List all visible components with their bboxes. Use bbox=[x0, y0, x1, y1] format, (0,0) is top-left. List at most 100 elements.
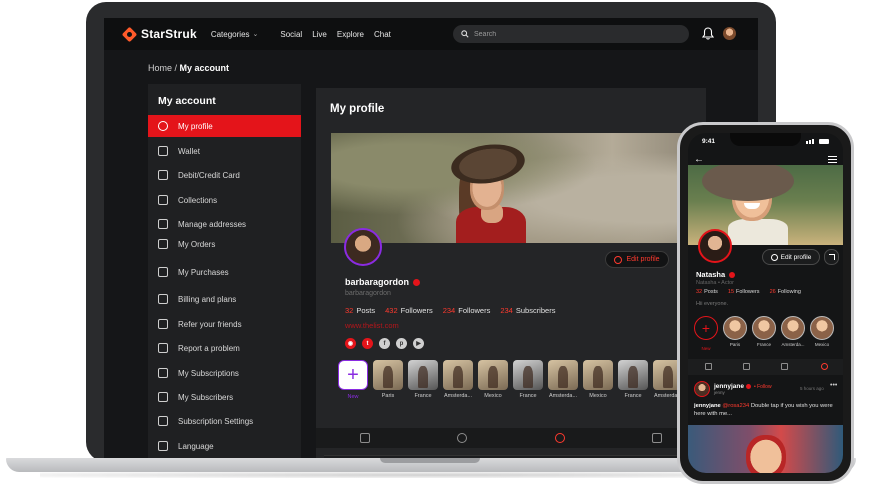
sidebar-item-refer[interactable]: Refer your friends bbox=[148, 313, 301, 335]
phone-profile-avatar[interactable] bbox=[698, 229, 732, 263]
video-icon[interactable] bbox=[781, 363, 788, 370]
bell-icon[interactable] bbox=[702, 27, 714, 40]
stat-subscribers[interactable]: 234 Subscribers bbox=[500, 306, 555, 315]
stat-label: Following bbox=[777, 289, 801, 295]
sidebar-item-report[interactable]: Report a problem bbox=[148, 337, 301, 359]
youtube-icon[interactable]: ▶ bbox=[413, 338, 424, 349]
categories-menu[interactable]: Categories ⌄ bbox=[211, 30, 259, 39]
highlight-item[interactable]: France bbox=[408, 360, 438, 399]
highlight-item[interactable]: France bbox=[752, 316, 776, 347]
sidebar-item-subscription-settings[interactable]: Subscription Settings bbox=[148, 410, 301, 432]
grid-icon[interactable] bbox=[705, 363, 712, 370]
image-icon[interactable] bbox=[743, 363, 750, 370]
billing-icon bbox=[158, 294, 168, 304]
battery-icon bbox=[819, 139, 829, 144]
highlight-thumbnail bbox=[408, 360, 438, 390]
highlight-item[interactable]: France bbox=[618, 360, 648, 399]
highlight-item[interactable]: Amsterda... bbox=[443, 360, 473, 399]
user-avatar[interactable] bbox=[723, 27, 736, 40]
home-icon bbox=[158, 219, 168, 229]
post-header: jennyjane • Follow jenny bbox=[694, 381, 772, 397]
nav-link-live[interactable]: Live bbox=[312, 30, 327, 39]
tag-icon[interactable] bbox=[652, 433, 662, 443]
post-author-name[interactable]: jennyjane bbox=[714, 383, 744, 390]
highlight-item[interactable]: Paris bbox=[723, 316, 747, 347]
stat-followers[interactable]: 432 Followers bbox=[385, 306, 433, 315]
highlight-item[interactable]: Paris bbox=[373, 360, 403, 399]
sidebar-item-collections[interactable]: Collections bbox=[148, 189, 301, 211]
highlight-thumbnail bbox=[373, 360, 403, 390]
profile-avatar[interactable] bbox=[344, 228, 382, 266]
sidebar-item-label: Collections bbox=[178, 195, 218, 205]
phone-cover-hat bbox=[702, 165, 794, 201]
sidebar-item-my-profile[interactable]: My profile bbox=[148, 115, 301, 137]
stat-followers[interactable]: 15 Followers bbox=[728, 289, 765, 295]
sidebar-item-orders[interactable]: My Orders bbox=[148, 233, 301, 255]
search-input[interactable] bbox=[474, 30, 674, 38]
stat-following[interactable]: 26 Following bbox=[770, 289, 806, 295]
stat-followers-2[interactable]: 234 Followers bbox=[443, 306, 491, 315]
phone-profile-bio: Hii everyone. bbox=[696, 301, 729, 307]
add-highlight-button[interactable]: + bbox=[338, 360, 368, 390]
add-highlight-button[interactable]: + bbox=[694, 316, 718, 340]
account-sidebar: My account My profile Wallet Debit/Credi… bbox=[148, 84, 301, 458]
breadcrumb-home[interactable]: Home bbox=[148, 63, 172, 73]
instagram-icon[interactable]: ◉ bbox=[345, 338, 356, 349]
highlight-item[interactable]: Mexico bbox=[583, 360, 613, 399]
sidebar-item-subscriptions[interactable]: My Subscriptions bbox=[148, 362, 301, 384]
sidebar-item-card[interactable]: Debit/Credit Card bbox=[148, 164, 301, 186]
search-icon bbox=[461, 30, 469, 38]
highlight-item[interactable]: Amsterda... bbox=[548, 360, 578, 399]
lock-icon[interactable] bbox=[555, 433, 565, 443]
highlight-thumbnail bbox=[478, 360, 508, 390]
sidebar-item-language[interactable]: Language bbox=[148, 435, 301, 457]
stat-number: 15 bbox=[727, 289, 735, 295]
pinterest-icon[interactable]: p bbox=[396, 338, 407, 349]
sidebar-item-label: My profile bbox=[178, 121, 213, 131]
sidebar-item-billing[interactable]: Billing and plans bbox=[148, 288, 301, 310]
grid-icon[interactable] bbox=[360, 433, 370, 443]
post-image[interactable] bbox=[688, 425, 843, 473]
twitter-icon[interactable]: t bbox=[362, 338, 373, 349]
post-author-avatar[interactable] bbox=[694, 381, 710, 397]
share-icon[interactable] bbox=[824, 249, 839, 265]
nav-link-social[interactable]: Social bbox=[280, 30, 302, 39]
highlight-item[interactable]: France bbox=[513, 360, 543, 399]
phone-cover-shirt bbox=[728, 219, 788, 245]
verified-badge-icon bbox=[413, 278, 421, 286]
stat-posts[interactable]: 32 Posts bbox=[345, 306, 375, 315]
nav-link-chat[interactable]: Chat bbox=[374, 30, 391, 39]
profile-stats: 32 Posts 432 Followers 234 Followers 234 Sub… bbox=[345, 306, 565, 315]
sidebar-item-wallet[interactable]: Wallet bbox=[148, 140, 301, 162]
phone-edit-profile-button[interactable]: Edit profile bbox=[762, 249, 820, 265]
sidebar-item-addresses[interactable]: Manage addresses bbox=[148, 213, 301, 235]
breadcrumb: Home / My account bbox=[148, 63, 229, 73]
profile-website-link[interactable]: www.thelist.com bbox=[345, 321, 399, 330]
caption-user[interactable]: jennyjane bbox=[694, 403, 721, 409]
phone-profile-stats: 32 Posts 15 Followers 26 Following bbox=[696, 289, 811, 295]
lock-icon[interactable] bbox=[821, 363, 828, 370]
facebook-icon[interactable]: f bbox=[379, 338, 390, 349]
edit-profile-button[interactable]: Edit profile bbox=[605, 251, 669, 268]
breadcrumb-current: My account bbox=[179, 63, 230, 73]
highlight-thumbnail bbox=[443, 360, 473, 390]
sidebar-item-subscribers[interactable]: My Subscribers bbox=[148, 386, 301, 408]
stat-label: Followers bbox=[458, 306, 491, 315]
more-options-icon[interactable]: ••• bbox=[830, 382, 837, 389]
highlight-item[interactable]: Amsterda... bbox=[781, 316, 805, 347]
highlight-item[interactable]: Mexico bbox=[810, 316, 834, 347]
hamburger-menu-icon[interactable] bbox=[828, 156, 837, 163]
follow-button[interactable]: • Follow bbox=[754, 384, 772, 390]
post-author: jennyjane • Follow jenny bbox=[714, 383, 772, 395]
credit-card-icon bbox=[158, 170, 168, 180]
play-icon[interactable] bbox=[457, 433, 467, 443]
sidebar-item-purchases[interactable]: My Purchases bbox=[148, 261, 301, 283]
highlight-item[interactable]: Mexico bbox=[478, 360, 508, 399]
nav-link-explore[interactable]: Explore bbox=[337, 30, 364, 39]
stat-number: 32 bbox=[345, 306, 354, 315]
stat-posts[interactable]: 32 Posts bbox=[696, 289, 723, 295]
signal-icon bbox=[806, 141, 808, 144]
brand-logo[interactable]: StarStruk bbox=[121, 26, 197, 42]
caption-mention[interactable]: @rosa234 bbox=[722, 403, 749, 409]
back-arrow-icon[interactable]: ← bbox=[694, 154, 704, 165]
